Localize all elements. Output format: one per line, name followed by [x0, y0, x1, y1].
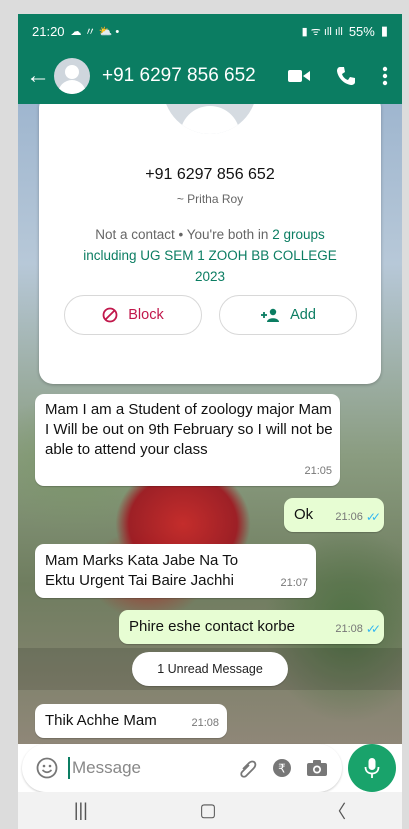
add-person-icon [261, 308, 280, 322]
message-time: 21:08 [335, 623, 363, 635]
video-call-icon[interactable] [288, 68, 310, 84]
add-label: Add [290, 307, 316, 323]
message-input-field[interactable]: Message ₹ [22, 744, 342, 792]
card-avatar [163, 104, 257, 134]
chat-header: ← +91 6297 856 652 [18, 48, 402, 104]
avatar-head-shape [65, 65, 79, 79]
message-bubble[interactable]: Thik Achhe Mam 21:08 [35, 704, 227, 738]
read-receipt-icon: ✓✓ [365, 622, 381, 636]
message-input[interactable]: Message [72, 758, 238, 778]
text-caret [68, 757, 70, 779]
card-name: ~ Pritha Roy [176, 192, 244, 206]
attach-icon[interactable] [238, 758, 258, 778]
battery-level: 55% [348, 23, 375, 39]
message-text: Ok [294, 506, 314, 523]
status-bar: 21:20 ☁ 〃 ⛅ • ▮ ᯤ ıll ıll 55% ▮ [18, 14, 402, 48]
message-time: 21:08 [191, 717, 219, 729]
composer: Message ₹ [18, 744, 402, 792]
phone-screen: 21:20 ☁ 〃 ⛅ • ▮ ᯤ ıll ıll 55% ▮ ← +91 62… [18, 14, 402, 829]
message-bubble[interactable]: Mam Marks Kata Jabe Na To Ektu Urgent Ta… [35, 544, 316, 598]
chat-title[interactable]: +91 6297 856 652 [102, 65, 288, 87]
message-bubble[interactable]: Phire eshe contact korbe 21:08 ✓✓ [119, 610, 384, 644]
add-contact-button[interactable]: Add [219, 295, 357, 335]
message-text: Phire eshe contact korbe [129, 618, 295, 635]
status-notification-icons: ☁ 〃 ⛅ • [70, 26, 120, 38]
unknown-contact-card: +91 6297 856 652 ~ Pritha Roy Not a cont… [39, 104, 381, 384]
avatar-body-shape [58, 80, 86, 94]
message-bubble[interactable]: Ok 21:06 ✓✓ [284, 498, 384, 532]
message-time: 21:05 [304, 465, 332, 477]
battery-icon: ▮ [380, 23, 388, 38]
message-bubble[interactable]: Mam I am a Student of zoology major Mam … [35, 394, 340, 486]
back-nav-icon[interactable]: 〈 [328, 798, 346, 824]
message-time: 21:07 [280, 577, 308, 589]
voice-call-icon[interactable] [336, 66, 356, 86]
block-icon [102, 307, 118, 323]
chat-area[interactable]: +91 6297 856 652 ~ Pritha Roy Not a cont… [18, 104, 402, 744]
voice-message-button[interactable] [348, 744, 396, 792]
card-phone: +91 6297 856 652 [145, 166, 275, 183]
recents-icon[interactable]: ||| [74, 800, 88, 821]
back-arrow-icon[interactable]: ← [26, 62, 52, 90]
message-text: Mam Marks Kata Jabe Na To Ektu Urgent Ta… [45, 552, 239, 589]
payment-rupee-icon[interactable]: ₹ [272, 758, 292, 778]
unread-message-badge: 1 Unread Message [132, 652, 288, 686]
emoji-icon[interactable] [36, 757, 58, 779]
contact-avatar[interactable] [54, 58, 90, 94]
signal-icon: ▮ ᯤ ıll ıll [301, 25, 343, 38]
block-button[interactable]: Block [64, 295, 202, 335]
block-label: Block [128, 307, 164, 323]
svg-text:₹: ₹ [278, 762, 286, 776]
message-text: Thik Achhe Mam [45, 712, 157, 729]
microphone-icon [364, 758, 380, 778]
card-note: Not a contact • You're both in 2 groups … [69, 224, 351, 287]
more-options-icon[interactable] [382, 66, 388, 86]
card-note-prefix: Not a contact • You're both in [95, 227, 273, 242]
message-time: 21:06 [335, 511, 363, 523]
read-receipt-icon: ✓✓ [365, 510, 381, 524]
system-nav-bar: ||| ▢ 〈 [18, 792, 402, 829]
camera-icon[interactable] [306, 759, 328, 777]
home-icon[interactable]: ▢ [199, 800, 216, 821]
status-time: 21:20 [32, 23, 65, 39]
message-text: Mam I am a Student of zoology major Mam … [45, 401, 333, 458]
